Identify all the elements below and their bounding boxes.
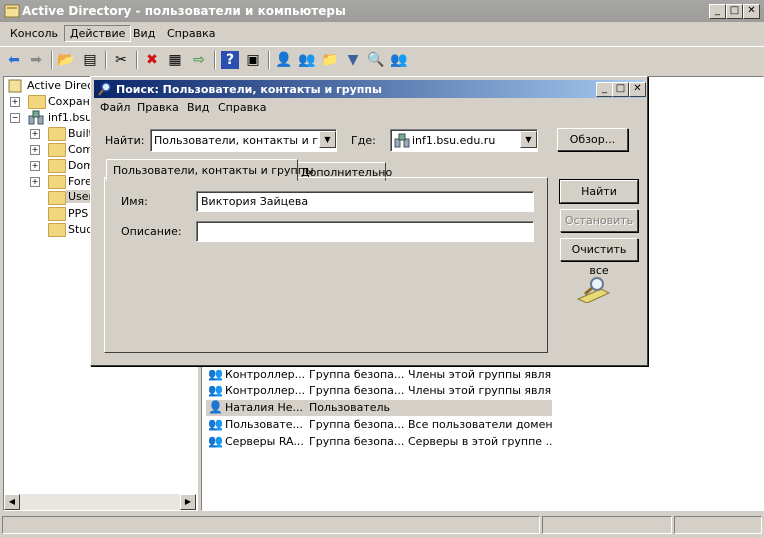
console-icon[interactable]: ▣ bbox=[244, 51, 262, 69]
list-item[interactable]: 👥 Контроллер... Группа безопа... Члены э… bbox=[206, 367, 552, 383]
user-icon: 👤 bbox=[208, 400, 223, 414]
main-window-title: Active Directory - пользователи и компью… bbox=[22, 4, 346, 18]
browse-button[interactable]: Обзор... bbox=[557, 128, 628, 151]
list-item[interactable]: 👥 Контроллер... Группа безопа... Члены э… bbox=[206, 383, 552, 399]
folder-icon bbox=[28, 95, 46, 109]
dialog-menu-edit[interactable]: Правка bbox=[137, 101, 179, 114]
find-icon bbox=[98, 82, 111, 96]
folder-icon bbox=[48, 191, 66, 205]
delete-icon[interactable]: ✖ bbox=[143, 51, 161, 69]
ad-app-icon bbox=[4, 4, 20, 18]
back-arrow-icon[interactable]: ⬅ bbox=[5, 51, 23, 69]
new-group-icon[interactable]: 👥 bbox=[298, 51, 316, 69]
tab-users-contacts-groups[interactable]: Пользователи, контакты и группы bbox=[106, 159, 314, 181]
ou-icon bbox=[48, 207, 66, 221]
group-icon: 👥 bbox=[208, 434, 223, 448]
show-tree-icon[interactable]: ▤ bbox=[81, 51, 99, 69]
name-input[interactable]: Виктория Зайцева bbox=[196, 191, 534, 212]
expand-icon[interactable]: + bbox=[30, 161, 40, 171]
clear-all-button[interactable]: Очистить все bbox=[560, 238, 638, 277]
find-type-combobox[interactable]: Пользователи, контакты и групп ▼ bbox=[150, 129, 337, 152]
in-location-combobox[interactable]: inf1.bsu.edu.ru ▼ bbox=[390, 129, 538, 152]
expand-icon[interactable]: + bbox=[30, 177, 40, 187]
in-label: Где: bbox=[351, 134, 376, 147]
status-panel bbox=[542, 516, 672, 534]
search-animation-icon bbox=[576, 277, 611, 303]
collapse-icon[interactable]: − bbox=[10, 113, 20, 123]
dialog-menu-file[interactable]: Файл bbox=[100, 101, 130, 114]
group-icon: 👥 bbox=[208, 367, 223, 381]
dialog-menu-help[interactable]: Справка bbox=[218, 101, 266, 114]
ad-console-icon bbox=[8, 79, 22, 93]
dialog-title-bar[interactable]: Поиск: Пользователи, контакты и группы _… bbox=[94, 80, 646, 98]
status-bar bbox=[0, 514, 764, 536]
menu-console[interactable]: Консоль bbox=[10, 27, 58, 40]
status-panel bbox=[674, 516, 762, 534]
description-input[interactable] bbox=[196, 221, 534, 242]
chevron-down-icon[interactable]: ▼ bbox=[319, 131, 336, 148]
add-to-group-icon[interactable]: 👥 bbox=[390, 51, 408, 69]
stop-button[interactable]: Остановить bbox=[560, 209, 638, 232]
maximize-button[interactable]: □ bbox=[726, 4, 743, 19]
chevron-down-icon[interactable]: ▼ bbox=[520, 131, 537, 148]
scroll-left-icon[interactable]: ◀ bbox=[4, 494, 20, 510]
find-label: Найти: bbox=[105, 134, 145, 147]
up-folder-icon[interactable]: 📂 bbox=[57, 51, 75, 69]
description-label: Описание: bbox=[121, 225, 182, 238]
expand-icon[interactable]: + bbox=[30, 145, 40, 155]
ou-icon bbox=[48, 159, 66, 173]
tree-horizontal-scrollbar[interactable]: ◀ ▶ bbox=[4, 494, 196, 510]
find-now-button[interactable]: Найти bbox=[559, 179, 639, 204]
minimize-button[interactable]: _ bbox=[709, 4, 726, 19]
close-button[interactable]: ✕ bbox=[743, 4, 760, 19]
cut-icon[interactable]: ✂ bbox=[112, 51, 130, 69]
folder-icon bbox=[48, 127, 66, 141]
menu-view[interactable]: Вид bbox=[133, 27, 155, 40]
main-toolbar: ⬅ ➡ 📂 ▤ ✂ ✖ ▦ ⇨ ? ▣ 👤 👥 📁 ▼ 🔍 👥 bbox=[0, 46, 764, 73]
dialog-close-button[interactable]: ✕ bbox=[629, 82, 646, 97]
expand-icon[interactable]: + bbox=[30, 129, 40, 139]
folder-icon bbox=[48, 175, 66, 189]
export-icon[interactable]: ⇨ bbox=[190, 51, 208, 69]
find-icon[interactable]: 🔍 bbox=[367, 51, 385, 69]
domain-icon bbox=[394, 133, 410, 148]
search-criteria-panel: Имя: Виктория Зайцева Описание: bbox=[104, 177, 548, 353]
new-ou-icon[interactable]: 📁 bbox=[321, 51, 339, 69]
list-item[interactable]: 👥 Серверы RA... Группа безопа... Серверы… bbox=[206, 434, 552, 450]
name-label: Имя: bbox=[121, 195, 148, 208]
main-title-bar[interactable]: Active Directory - пользователи и компью… bbox=[0, 0, 764, 22]
list-item[interactable]: 👥 Пользовате... Группа безопа... Все пол… bbox=[206, 417, 552, 433]
dialog-minimize-button[interactable]: _ bbox=[596, 82, 613, 97]
dialog-menu-view[interactable]: Вид bbox=[187, 101, 209, 114]
find-dialog: Поиск: Пользователи, контакты и группы _… bbox=[90, 76, 648, 366]
status-panel bbox=[2, 516, 540, 534]
group-icon: 👥 bbox=[208, 383, 223, 397]
new-user-icon[interactable]: 👤 bbox=[275, 51, 293, 69]
group-icon: 👥 bbox=[208, 417, 223, 431]
list-item-selected[interactable]: 👤 Наталия Не... Пользователь bbox=[206, 400, 552, 416]
menu-help[interactable]: Справка bbox=[167, 27, 215, 40]
main-menu-bar: Консоль Действие Вид Справка bbox=[0, 23, 764, 45]
dialog-title: Поиск: Пользователи, контакты и группы bbox=[116, 83, 382, 96]
dialog-maximize-button[interactable]: □ bbox=[612, 82, 629, 97]
help-icon[interactable]: ? bbox=[221, 51, 239, 69]
folder-icon bbox=[48, 143, 66, 157]
forward-arrow-icon[interactable]: ➡ bbox=[27, 51, 45, 69]
menu-action[interactable]: Действие bbox=[64, 25, 132, 42]
domain-icon bbox=[28, 110, 44, 125]
filter-icon[interactable]: ▼ bbox=[344, 51, 362, 69]
ou-icon bbox=[48, 223, 66, 237]
expand-icon[interactable]: + bbox=[10, 97, 20, 107]
properties-icon[interactable]: ▦ bbox=[166, 51, 184, 69]
scroll-right-icon[interactable]: ▶ bbox=[180, 494, 196, 510]
